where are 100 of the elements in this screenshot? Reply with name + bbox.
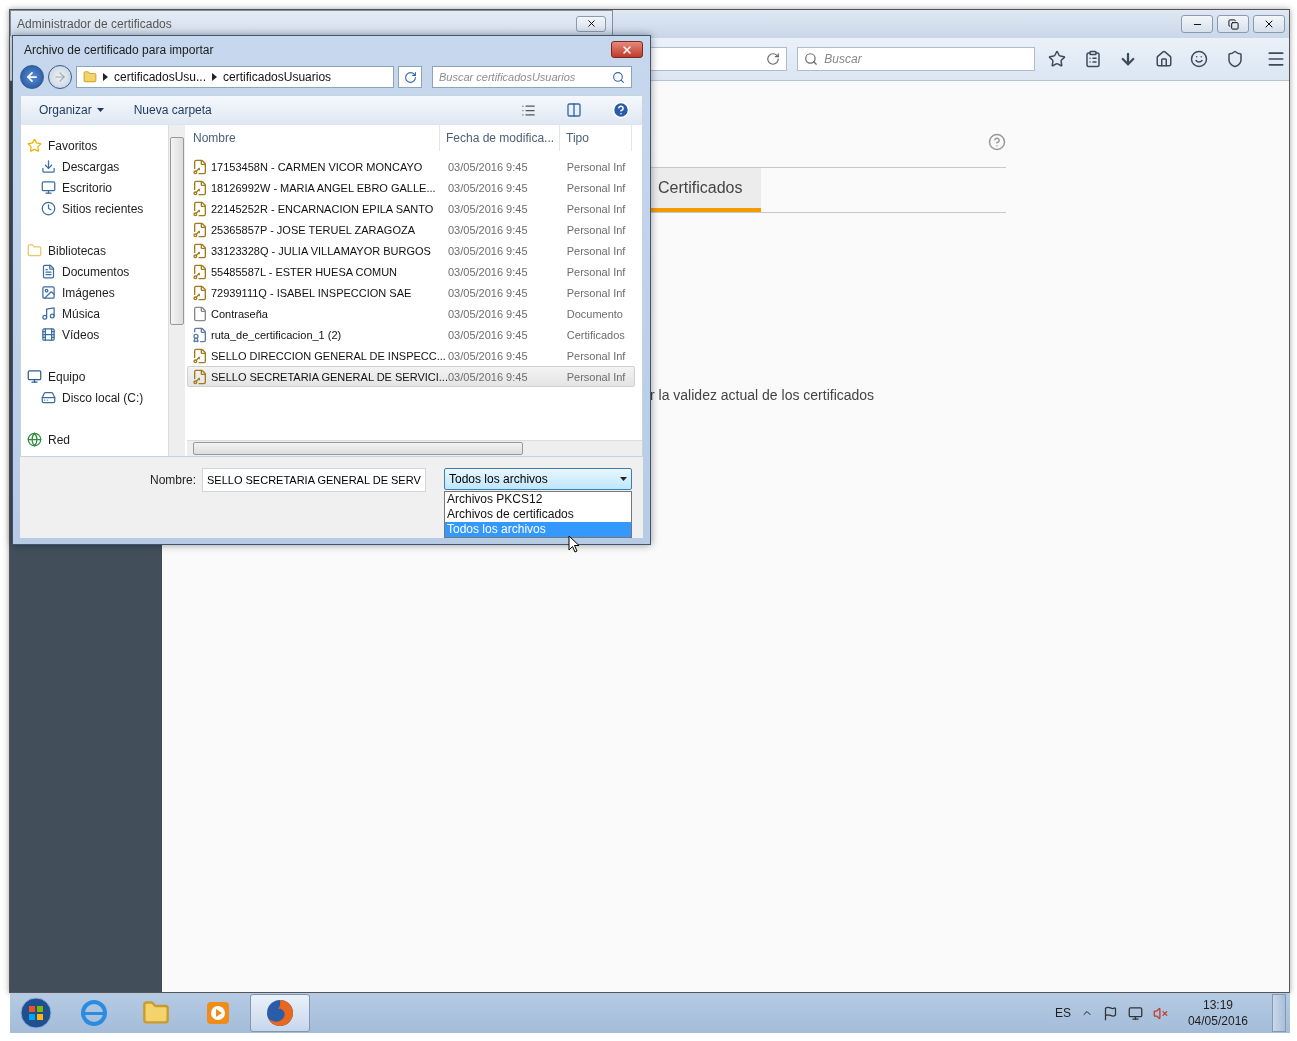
close-button[interactable] [576,15,606,32]
nav-item[interactable]: Red [27,429,168,450]
file-name: 33123328Q - JULIA VILLAMAYOR BURGOS [211,244,431,257]
language-indicator[interactable]: ES [1054,1006,1071,1020]
file-row[interactable]: Contraseña 03/05/2016 9:45 Documento [187,303,635,324]
file-row[interactable]: 17153458N - CARMEN VICOR MONCAYO 03/05/2016 9:45 Personal Inf [187,156,635,177]
column-header[interactable]: Fecha de modifica... [440,125,560,151]
file-name: SELLO SECRETARIA GENERAL DE SERVICI... [211,370,448,383]
chevron-icon [103,73,108,81]
file-row[interactable]: SELLO DIRECCION GENERAL DE INSPECC... 03/05/2016 9:45 Personal Inf [187,345,635,366]
letter-e-logo-icon [79,998,109,1028]
certificate-key-file-icon [192,179,208,196]
nav-item[interactable]: Sitios recientes [27,198,168,219]
file-row[interactable]: SELLO SECRETARIA GENERAL DE SERVICI...03/05/2016 9:45 Personal Inf [187,366,635,387]
preview-pane-icon[interactable] [566,102,582,118]
refresh-icon [403,70,417,84]
search-placeholder: Buscar certificadosUsuarios [439,71,576,83]
file-name: SELLO DIRECCION GENERAL DE INSPECC... [211,349,446,362]
certificate-key-file-icon [192,221,208,238]
nav-item[interactable]: Equipo [27,366,168,387]
address-bar[interactable]: certificadosUsu... certificadosUsuarios [76,66,394,88]
filetype-select[interactable]: Todos los archivos [444,468,632,490]
nav-item[interactable]: Música [27,303,168,324]
search-icon [612,70,625,84]
filename-field[interactable]: SELLO SECRETARIA GENERAL DE SERV [202,468,426,492]
certificate-key-file-icon [192,368,208,385]
nav-icon [27,138,42,153]
toolbar-button[interactable]: Nueva carpeta [133,103,212,117]
close-button[interactable] [611,41,643,59]
search-field[interactable]: Buscar [797,47,1035,71]
certificate-file-icon [192,326,208,343]
breadcrumb-item[interactable]: certificadosUsuarios [223,70,332,84]
file-row[interactable]: 25365857P - JOSE TERUEL ZARAGOZA 03/05/2016 9:45 Personal Inf [187,219,635,240]
file-row[interactable]: ruta_de_certificacion_1 (2) 03/05/2016 9:45 Certificados [187,324,635,345]
file-date: 03/05/2016 9:45 [448,202,529,215]
smiley-icon[interactable] [1190,50,1209,68]
search-field[interactable]: Buscar certificadosUsuarios [432,66,632,88]
volume-muted-icon[interactable] [1152,1005,1168,1021]
file-date: 03/05/2016 9:45 [448,370,529,383]
bookmark-star-icon[interactable] [1048,50,1067,68]
clock[interactable]: 13:19 04/05/2016 [1187,998,1248,1028]
view-options-icon[interactable] [521,102,536,118]
address-field[interactable] [650,47,788,71]
dropdown-option[interactable]: Archivos de certificados [444,507,632,522]
forward-button[interactable] [48,65,72,89]
file-name: 72939111Q - ISABEL INSPECCION SAE [211,286,412,299]
file-date: 03/05/2016 9:45 [448,328,529,341]
file-row[interactable]: 55485587L - ESTER HUESA COMUN 03/05/2016 9:45 Personal Inf [187,261,635,282]
description-text: r la validez actual de los certificados [650,387,876,403]
back-button[interactable] [20,65,44,89]
breadcrumb-item[interactable]: certificadosUsu... [114,70,207,84]
file-type: Personal Inf [566,286,627,299]
nav-item[interactable]: Favoritos [27,135,168,156]
scrollbar[interactable] [168,125,185,456]
nav-icon [27,369,42,384]
search-placeholder: Buscar [824,52,862,66]
nav-item[interactable]: Bibliotecas [27,240,168,261]
file-name: 22145252R - ENCARNACION EPILA SANTO [211,202,434,215]
toolbar-button[interactable]: Organizar [39,103,104,117]
file-name: Contraseña [211,307,268,320]
column-header[interactable]: Tipo [560,125,632,151]
file-date: 03/05/2016 9:45 [448,349,529,362]
reload-icon[interactable] [766,52,781,66]
nav-item[interactable]: Escritorio [27,177,168,198]
refresh-button[interactable] [398,66,422,88]
restore-button[interactable] [1217,15,1249,33]
nav-icon [41,285,56,300]
nav-item[interactable]: Documentos [27,261,168,282]
taskbar-app[interactable] [250,994,310,1032]
home-icon[interactable] [1154,50,1173,68]
search-icon [804,52,819,66]
flag-icon[interactable] [1102,1005,1118,1021]
file-name: ruta_de_certificacion_1 (2) [211,328,342,341]
folder-icon [83,70,97,84]
file-row[interactable]: 72939111Q - ISABEL INSPECCION SAE 03/05/2016 9:45 Personal Inf [187,282,635,303]
certificate-key-file-icon [192,242,208,259]
file-row[interactable]: 33123328Q - JULIA VILLAMAYOR BURGOS 03/05/2016 9:45 Personal Inf [187,240,635,261]
nav-item[interactable]: Descargas [27,156,168,177]
folder-icon [142,999,170,1027]
nav-item[interactable]: Disco local (C:) [27,387,168,408]
scrollbar[interactable] [187,440,642,456]
file-name: 25365857P - JOSE TERUEL ZARAGOZA [211,223,415,236]
nav-icon [41,159,56,174]
file-date: 03/05/2016 9:45 [448,244,529,257]
nav-item[interactable]: Imágenes [27,282,168,303]
help-icon[interactable] [988,133,1006,151]
close-button[interactable] [1253,15,1285,33]
column-header[interactable]: Nombre [187,125,440,151]
dropdown-option[interactable]: Archivos PKCS12 [444,491,632,507]
file-row[interactable]: 18126992W - MARIA ANGEL EBRO GALLE... 03/05/2016 9:45 Personal Inf [187,177,635,198]
close-icon [621,43,633,56]
chevron-icon [212,73,218,81]
bookmarks-list-icon[interactable] [1083,50,1102,68]
file-type: Personal Inf [566,244,627,257]
shield-icon[interactable] [1225,50,1244,68]
file-type: Personal Inf [566,370,627,383]
nav-item[interactable]: Vídeos [27,324,168,345]
minimize-button[interactable] [1181,15,1213,33]
file-row[interactable]: 22145252R - ENCARNACION EPILA SANTO 03/05/2016 9:45 Personal Inf [187,198,635,219]
forward-arrow-icon [53,70,67,84]
